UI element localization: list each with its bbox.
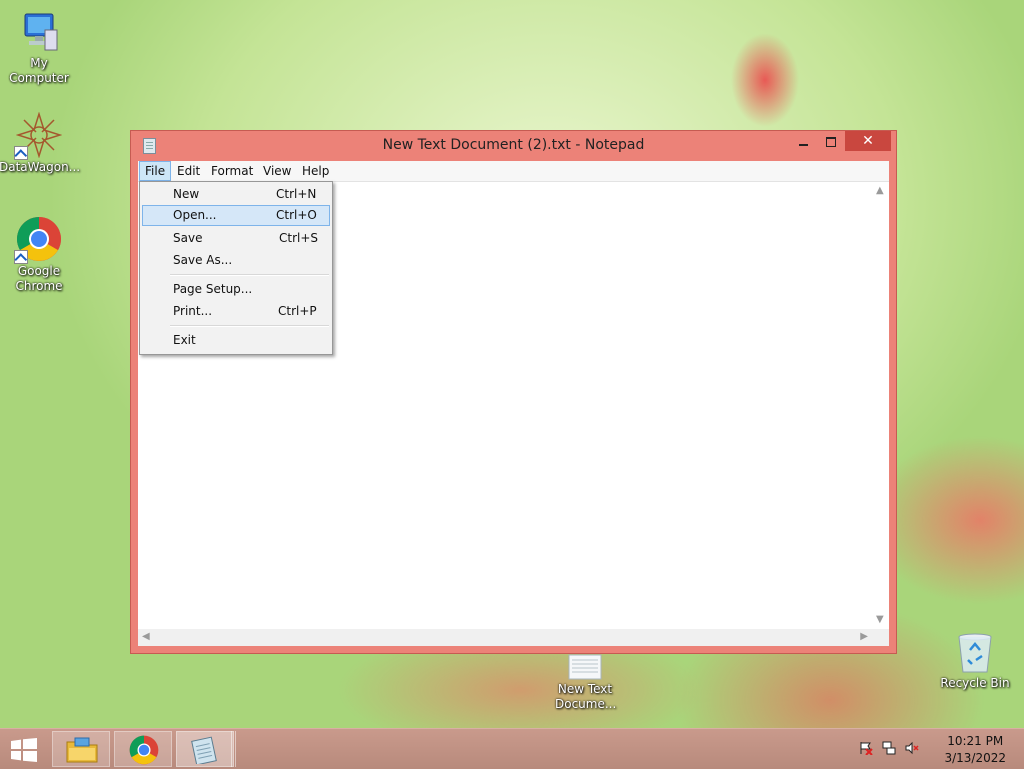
menu-item-label: Save: [173, 231, 203, 245]
minimize-button[interactable]: [790, 131, 816, 151]
clock-time: 10:21 PM: [947, 734, 1004, 748]
taskbar-separator: [231, 731, 236, 767]
scroll-down-arrow-icon[interactable]: ▼: [876, 615, 884, 625]
file-explorer-icon: [66, 737, 98, 763]
desktop-icon-label: Google Chrome: [15, 264, 63, 293]
chrome-icon: [14, 216, 62, 264]
menu-item-label: Open...: [173, 208, 217, 222]
size-grip[interactable]: [872, 629, 889, 646]
menu-item-label: New: [173, 187, 200, 201]
shortcut-arrow-icon: [14, 146, 28, 160]
menu-item-shortcut: Ctrl+P: [278, 304, 317, 318]
desktop-icon-label: New Text Docume...: [555, 682, 617, 711]
clock-date: 3/13/2022: [944, 751, 1006, 765]
menu-bar: File Edit Format View Help: [138, 161, 889, 182]
desktop-icon-label: DataWagon...: [0, 160, 81, 174]
scroll-up-arrow-icon[interactable]: ▲: [876, 186, 884, 196]
title-bar[interactable]: New Text Document (2).txt - Notepad ✕: [131, 131, 896, 161]
close-button[interactable]: ✕: [845, 131, 891, 151]
desktop-icon-google-chrome[interactable]: Google Chrome: [0, 216, 79, 294]
action-center-flag-icon[interactable]: [859, 741, 873, 755]
volume-muted-icon[interactable]: [905, 741, 919, 755]
taskbar: 10:21 PM 3/13/2022: [0, 728, 1024, 769]
menu-view[interactable]: View: [258, 161, 296, 181]
scroll-left-arrow-icon[interactable]: ◀: [142, 632, 150, 642]
taskbar-notepad[interactable]: [176, 731, 234, 767]
menu-item-label: Exit: [173, 333, 196, 347]
menu-item-shortcut: Ctrl+N: [276, 187, 317, 201]
recycle-bin-icon: [956, 632, 994, 674]
menu-item-save[interactable]: Save Ctrl+S: [142, 228, 330, 249]
system-tray: 10:21 PM 3/13/2022: [854, 729, 1024, 769]
taskbar-chrome[interactable]: [114, 731, 172, 767]
menu-item-shortcut: Ctrl+O: [276, 208, 317, 222]
chrome-icon: [129, 735, 159, 765]
desktop-icon-label: My Computer: [9, 56, 69, 85]
close-icon: ✕: [862, 133, 874, 149]
computer-icon: [19, 12, 59, 54]
file-menu-dropdown: New Ctrl+N Open... Ctrl+O Save Ctrl+S Sa…: [139, 181, 333, 355]
network-icon[interactable]: [882, 741, 896, 755]
menu-separator: [170, 325, 329, 327]
window-title: New Text Document (2).txt - Notepad: [382, 137, 645, 153]
menu-item-save-as[interactable]: Save As...: [142, 250, 330, 271]
taskbar-file-explorer[interactable]: [52, 731, 110, 767]
desktop-icon-recycle-bin[interactable]: Recycle Bin: [935, 632, 1015, 691]
menu-item-shortcut: Ctrl+S: [279, 231, 319, 245]
menu-item-open[interactable]: Open... Ctrl+O: [142, 205, 330, 226]
menu-separator: [170, 274, 329, 276]
desktop-icon-my-computer[interactable]: My Computer: [0, 12, 79, 86]
menu-item-label: Save As...: [173, 253, 233, 267]
maximize-button[interactable]: [818, 131, 844, 151]
minimize-icon: [798, 143, 808, 146]
datawagon-icon: [14, 111, 63, 160]
menu-edit[interactable]: Edit: [172, 161, 205, 181]
horizontal-scrollbar[interactable]: ◀ ▶: [138, 629, 872, 646]
desktop-icon-label: Recycle Bin: [940, 676, 1010, 690]
menu-item-label: Print...: [173, 304, 213, 318]
shortcut-arrow-icon: [14, 250, 28, 264]
menu-format[interactable]: Format: [206, 161, 258, 181]
menu-help[interactable]: Help: [297, 161, 334, 181]
menu-item-label: Page Setup...: [173, 282, 253, 296]
clock[interactable]: 10:21 PM 3/13/2022: [944, 733, 1006, 767]
scroll-right-arrow-icon[interactable]: ▶: [860, 632, 868, 642]
notepad-icon: [191, 736, 217, 764]
vertical-scrollbar[interactable]: ▲ ▼: [872, 182, 889, 629]
desktop-icon-new-text-document[interactable]: New Text Docume...: [545, 654, 625, 712]
menu-item-page-setup[interactable]: Page Setup...: [142, 279, 330, 300]
maximize-icon: [826, 136, 836, 147]
menu-item-exit[interactable]: Exit: [142, 330, 330, 351]
menu-item-print[interactable]: Print... Ctrl+P: [142, 301, 330, 322]
menu-file[interactable]: File: [139, 161, 172, 181]
start-button[interactable]: [0, 731, 48, 767]
desktop-icon-datawagon[interactable]: DataWagon...: [0, 111, 81, 175]
text-document-icon: [568, 654, 602, 680]
windows-start-icon: [11, 738, 37, 762]
menu-item-new[interactable]: New Ctrl+N: [142, 184, 330, 205]
